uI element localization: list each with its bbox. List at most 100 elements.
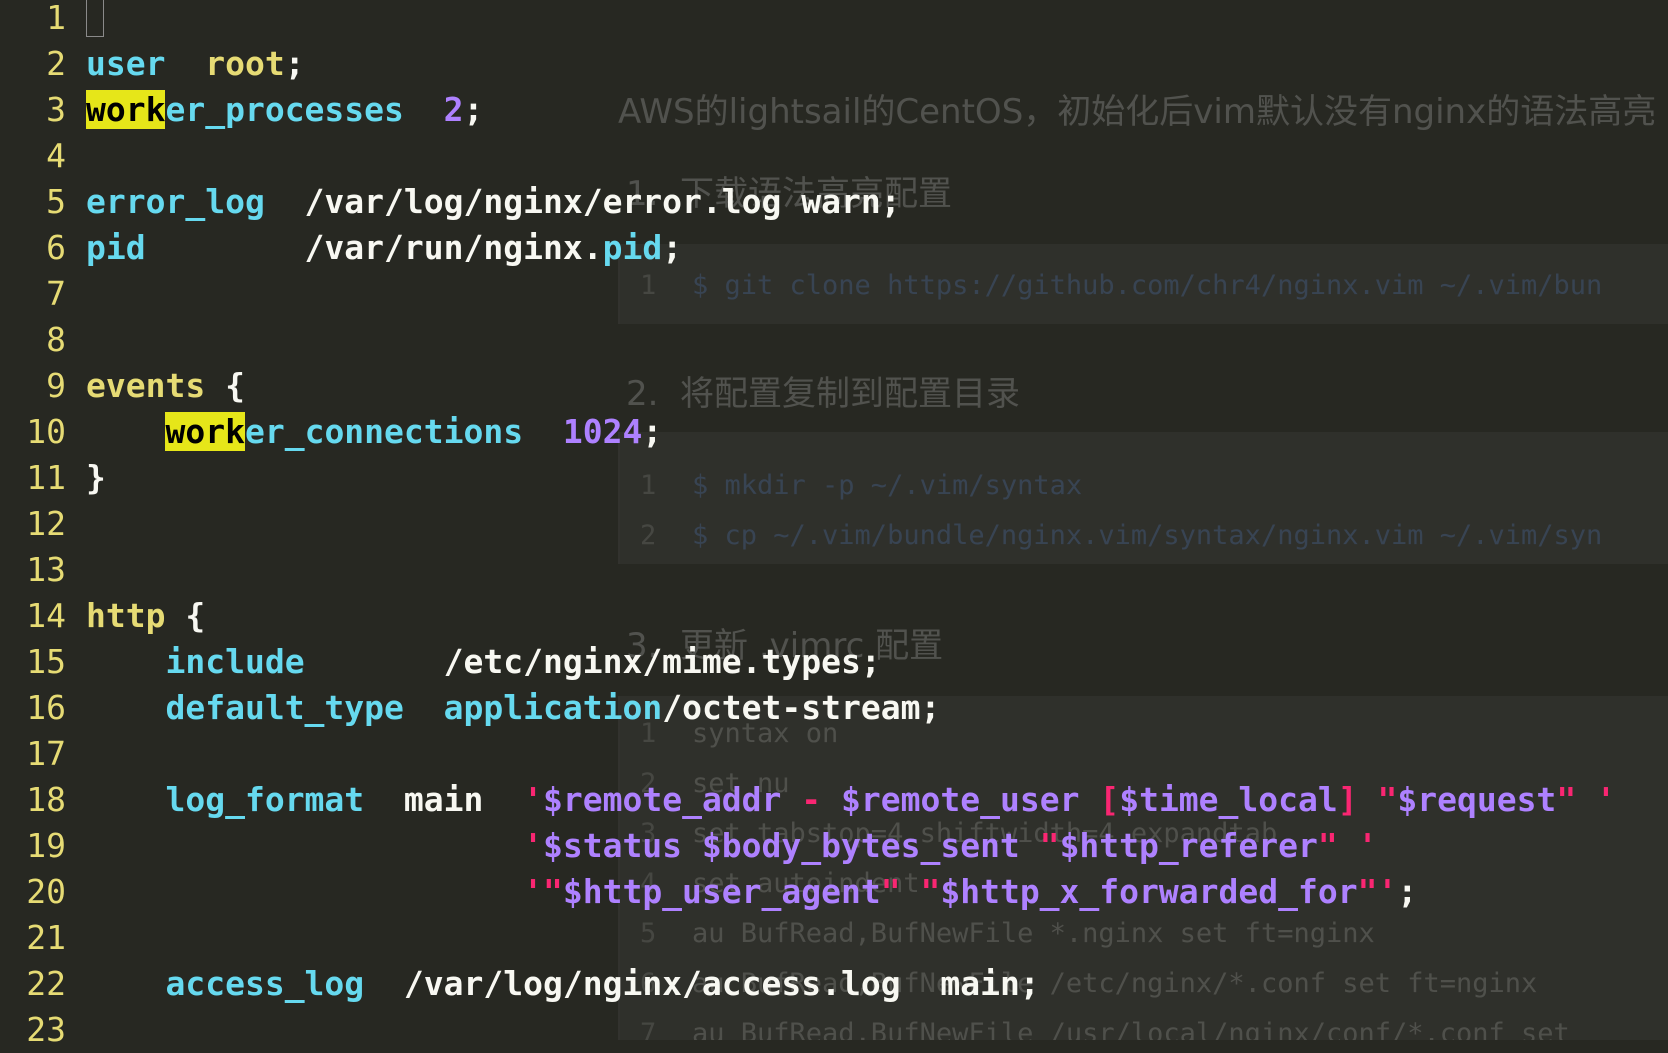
code-token: { [205,366,245,405]
code-token: { [165,596,206,635]
line-number: 8 [46,320,66,359]
code-line[interactable]: 18 log_format main '$remote_addr - $remo… [0,777,1616,823]
line-number: 22 [26,964,66,1003]
code-line[interactable]: 3 worker_processes 2; [0,87,483,133]
code-token: include [165,642,305,681]
line-number: 15 [26,642,66,681]
code-token: [ [1079,780,1120,819]
code-token: events [86,366,206,405]
code-line[interactable]: 1 [0,0,104,41]
code-token: " ' [1556,780,1616,819]
code-line[interactable]: 14 http { [0,593,205,639]
line-number: 13 [26,550,66,589]
code-line[interactable]: 15 include /etc/nginx/mime.types; [0,639,880,685]
code-line[interactable]: 10 worker_connections 1024; [0,409,662,455]
code-token: 1024 [562,412,643,451]
code-token: $http_x_forwarded_for [940,872,1358,911]
code-token: er_processes [165,90,404,129]
code-line[interactable]: 21 [0,915,66,961]
line-number: 23 [26,1010,66,1049]
line-number: 3 [46,90,66,129]
code-token: http [86,596,166,635]
code-text: access_log /var/log/nginx/access.log mai… [86,961,1039,1007]
code-text: include /etc/nginx/mime.types; [86,639,881,685]
code-token: pid [86,228,146,267]
code-token: access_log [165,964,365,1003]
code-token: " [1019,826,1060,865]
code-token: ' [523,826,543,865]
code-text: default_type application/octet-stream; [86,685,940,731]
vim-editor[interactable]: 1 2 user root; 3 worker_processes 2; 4 5 error_… [0,0,1668,1049]
code-token: default_type [165,688,404,727]
line-number: 4 [46,136,66,175]
search-match: work [86,90,166,129]
code-token: $request [1397,780,1557,819]
text-cursor [86,0,104,37]
code-text: pid /var/run/nginx.pid; [86,225,682,271]
code-line[interactable]: 4 [0,133,66,179]
code-token: /var/run/nginx. [145,228,603,267]
code-line[interactable]: 23 [0,1007,66,1053]
code-text: http { [86,593,205,639]
line-number: 17 [26,734,66,773]
code-line[interactable]: 12 [0,501,66,547]
code-token: " " [880,872,941,911]
code-text: events { [86,363,245,409]
code-line[interactable]: 9 events { [0,363,245,409]
code-token: pid [602,228,663,267]
code-token: $http_referer [1059,826,1318,865]
code-token: ; [284,44,305,83]
code-line[interactable]: 19 '$status $body_bytes_sent "$http_refe… [0,823,1377,869]
code-text: log_format main '$remote_addr - $remote_… [86,777,1616,823]
code-line[interactable]: 5 error_log /var/log/nginx/error.log warn… [0,179,900,225]
code-token: $remote_user [841,780,1080,819]
line-number: 7 [46,274,66,313]
line-number: 18 [26,780,66,819]
code-line[interactable]: 16 default_type application/octet-stream… [0,685,940,731]
line-number: 5 [46,182,66,221]
code-token: } [86,458,106,497]
code-token: ; [662,228,683,267]
code-token: "' [1357,872,1398,911]
code-token: root [205,44,285,83]
code-text: error_log /var/log/nginx/error.log warn; [86,179,901,225]
code-token: $remote_addr [543,780,782,819]
code-token: $http_user_agent [562,872,881,911]
line-number: 1 [46,0,66,37]
code-line[interactable]: 17 [0,731,66,777]
code-line[interactable]: 22 access_log /var/log/nginx/access.log … [0,961,1039,1007]
code-line[interactable]: 20 '"$http_user_agent" "$http_x_forwarde… [0,869,1417,915]
code-line[interactable]: 7 [0,271,66,317]
line-number: 14 [26,596,66,635]
code-line[interactable]: 8 [0,317,66,363]
code-token: /var/log/nginx/error.log warn; [264,182,901,221]
code-token: " ' [1317,826,1378,865]
code-token: log_format [165,780,365,819]
code-line[interactable]: 2 user root; [0,41,304,87]
line-number: 9 [46,366,66,405]
code-text: '$status $body_bytes_sent "$http_referer… [86,823,1377,869]
code-token: main [364,780,524,819]
code-line[interactable]: 11} [0,455,106,501]
line-number: 21 [26,918,66,957]
code-token: $status [542,826,683,865]
code-token: - [781,780,842,819]
line-number: 19 [26,826,66,865]
code-token: $time_local [1119,780,1338,819]
code-token: ; [1397,872,1418,911]
code-token: /etc/nginx/mime.types; [304,642,881,681]
code-text: worker_processes 2; [86,87,483,133]
code-line[interactable]: 6 pid /var/run/nginx.pid; [0,225,682,271]
code-line[interactable]: 13 [0,547,66,593]
code-token: '" [523,872,563,911]
